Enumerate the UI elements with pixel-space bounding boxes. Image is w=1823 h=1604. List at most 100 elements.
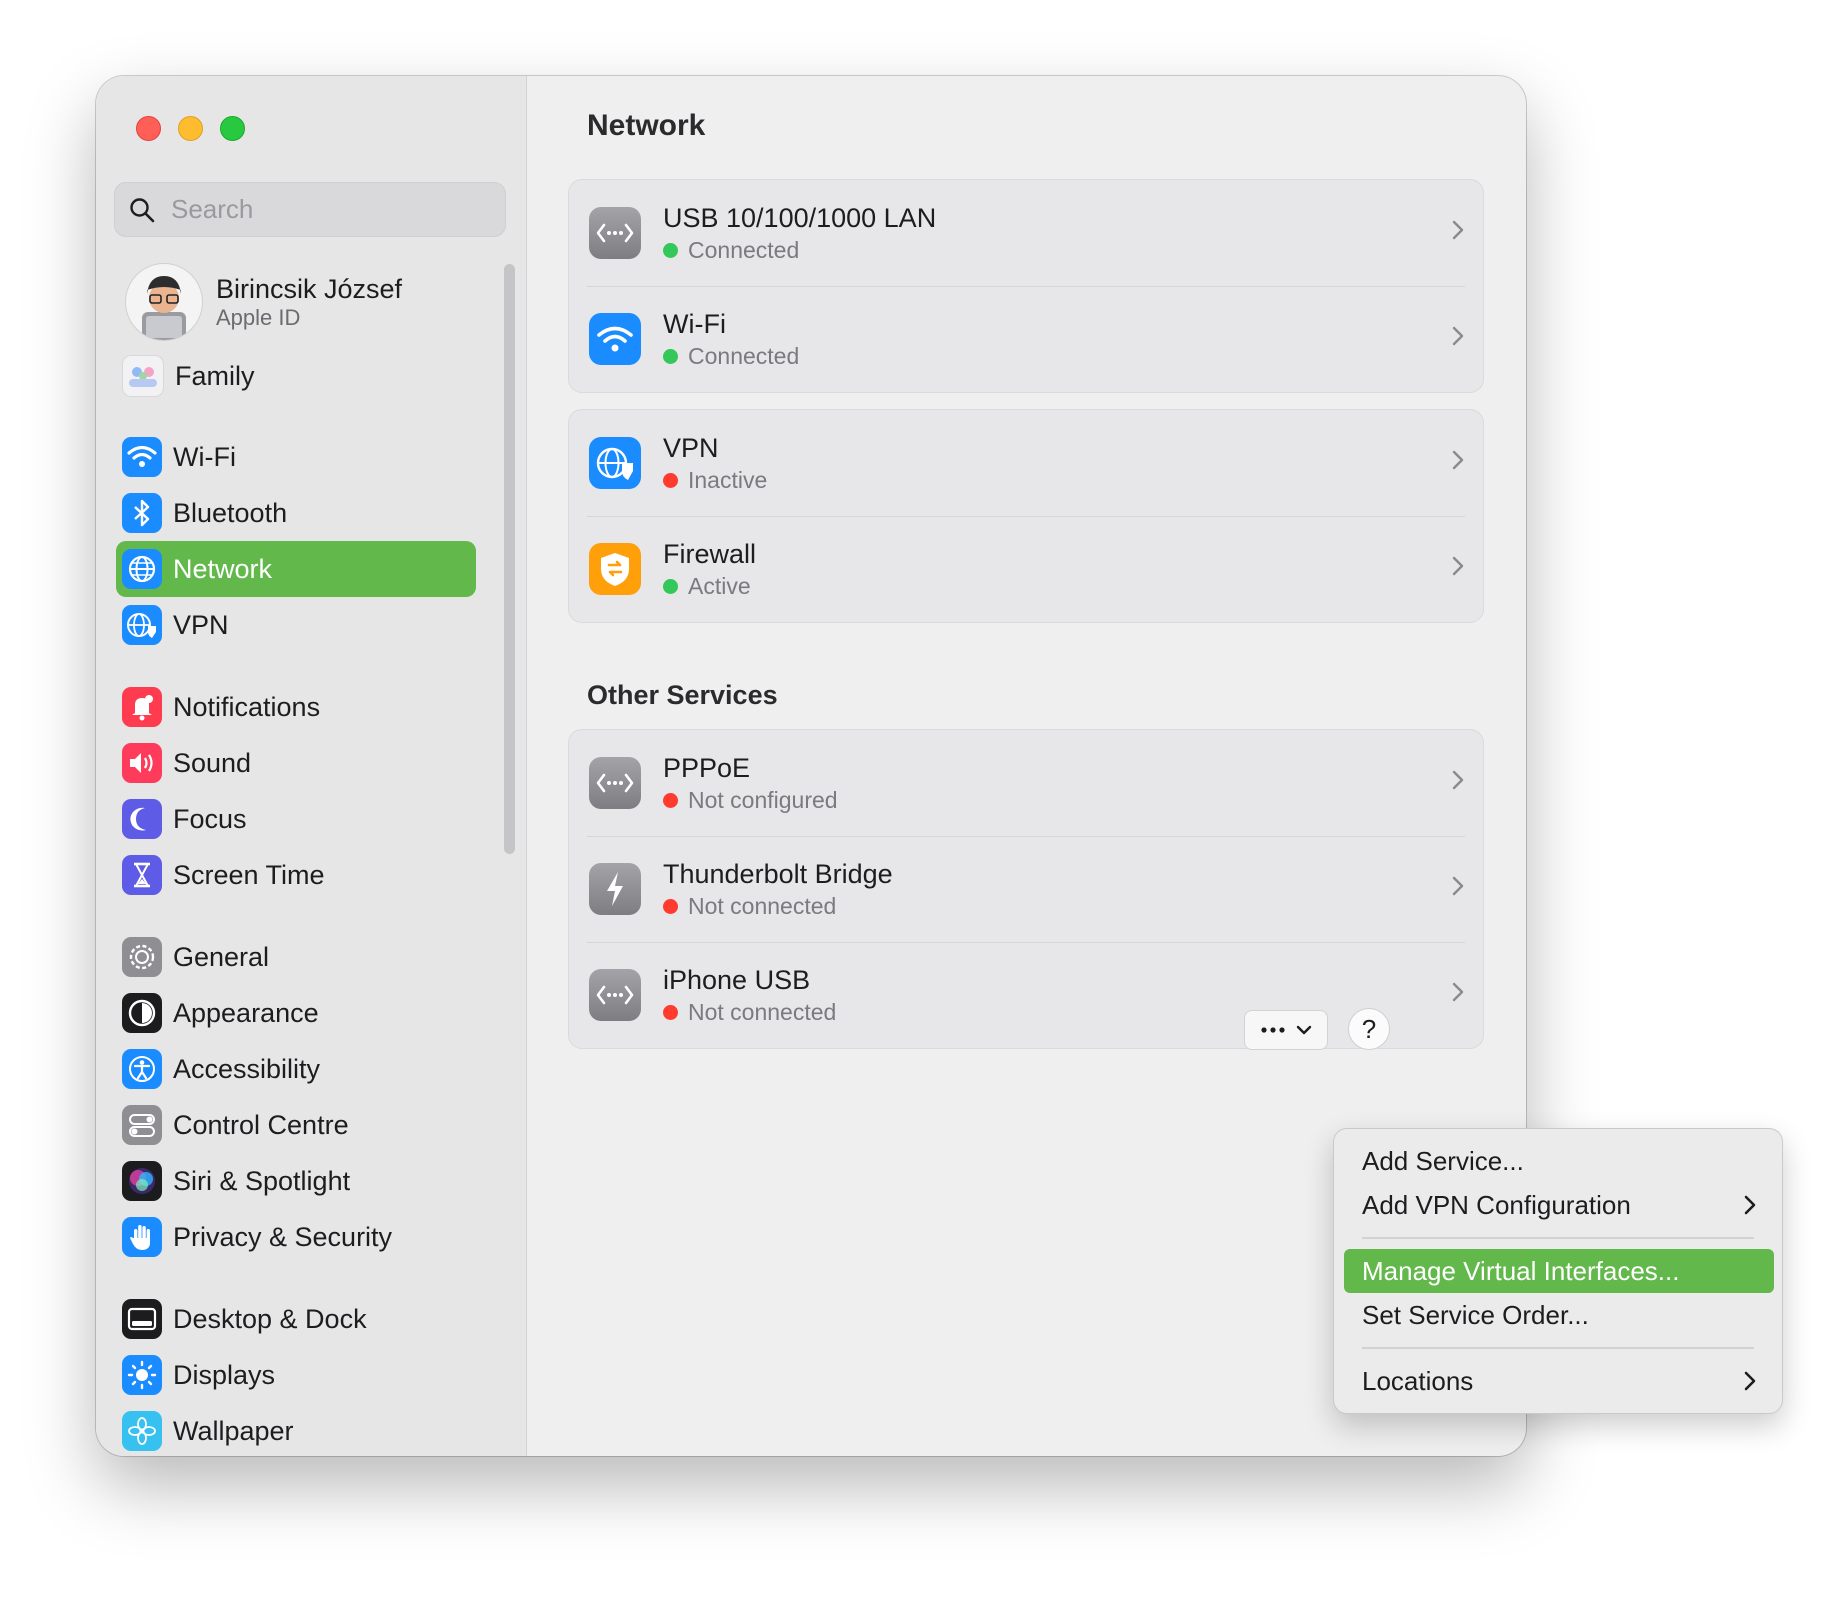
vpn-globe-shield-icon [589,437,641,489]
services-card-security: VPN Inactive Firewall Active [568,409,1484,623]
speaker-icon [122,743,162,783]
sidebar-item-label: Accessibility [173,1053,321,1084]
service-name: USB 10/100/1000 LAN [663,203,937,233]
service-row-usb-lan[interactable]: USB 10/100/1000 LAN Connected [569,180,1483,286]
chevron-right-icon [1452,556,1464,576]
sidebar: Birincsik József Apple ID Family Wi-Fi B… [96,76,527,1456]
sidebar-item-label: Appearance [173,997,319,1028]
sidebar-item-label: General [173,941,270,972]
sidebar-item-label: Control Centre [173,1109,349,1140]
status-dot-red [663,899,678,914]
sidebar-item-label: Family [175,360,255,391]
status-dot-red [663,473,678,488]
sidebar-item-label: Bluetooth [173,497,288,528]
globe-icon [122,549,162,589]
search-field[interactable] [114,182,506,237]
status-dot-green [663,349,678,364]
service-name: PPPoE [663,753,751,783]
minimize-window-button[interactable] [178,116,203,141]
sidebar-item-label: Screen Time [173,859,325,890]
ethernet-icon [589,207,641,259]
hand-icon [122,1217,162,1257]
service-row-pppoe[interactable]: PPPoE Not configured [569,730,1483,836]
bluetooth-icon [122,493,162,533]
sidebar-item-network[interactable]: Network [116,541,476,597]
menu-item-label: Add Service... [1362,1145,1524,1176]
sidebar-item-focus[interactable]: Focus [116,791,476,847]
vpn-globe-shield-icon [122,605,162,645]
sidebar-item-accessibility[interactable]: Accessibility [116,1041,476,1097]
section-title-other-services: Other Services [587,680,778,710]
menu-item-label: Add VPN Configuration [1362,1189,1631,1220]
chevron-right-icon [1452,450,1464,470]
menu-item-label: Set Service Order... [1362,1299,1589,1330]
search-icon [130,197,155,222]
thunderbolt-icon [589,863,641,915]
chevron-right-icon [1452,326,1464,346]
sidebar-item-control-centre[interactable]: Control Centre [116,1097,476,1153]
more-actions-button[interactable] [1244,1010,1328,1050]
sidebar-item-desktop-dock[interactable]: Desktop & Dock [116,1291,476,1347]
sidebar-item-wifi[interactable]: Wi-Fi [116,429,476,485]
sun-icon [122,1355,162,1395]
sidebar-item-label: Notifications [173,691,321,722]
wifi-icon [589,313,641,365]
siri-icon [122,1161,162,1201]
moon-icon [122,799,162,839]
sidebar-item-bluetooth[interactable]: Bluetooth [116,485,476,541]
status-dot-red [663,1005,678,1020]
menu-item-label: Locations [1362,1365,1474,1396]
flower-icon [122,1411,162,1451]
menu-item-locations[interactable]: Locations [1344,1359,1774,1403]
sidebar-item-family[interactable]: Family [116,348,476,404]
close-window-button[interactable] [136,116,161,141]
chevron-down-icon [1296,1025,1312,1035]
sidebar-item-screen-time[interactable]: Screen Time [116,847,476,903]
search-input[interactable] [169,193,473,226]
sidebar-item-privacy-security[interactable]: Privacy & Security [116,1209,476,1265]
zoom-window-button[interactable] [220,116,245,141]
sidebar-item-label: Privacy & Security [173,1221,393,1252]
apple-id-profile[interactable]: Birincsik József Apple ID [126,264,402,340]
service-row-firewall[interactable]: Firewall Active [569,516,1483,622]
ethernet-icon [589,757,641,809]
toggles-icon [122,1105,162,1145]
sidebar-item-label: Displays [173,1359,276,1390]
sidebar-item-displays[interactable]: Displays [116,1347,476,1403]
sidebar-item-sound[interactable]: Sound [116,735,476,791]
service-status: Not connected [688,999,837,1025]
services-card-other: PPPoE Not configured Thunderbolt Bridge … [568,729,1484,1049]
wifi-icon [122,437,162,477]
firewall-shield-icon [589,543,641,595]
sidebar-item-notifications[interactable]: Notifications [116,679,476,735]
service-row-vpn[interactable]: VPN Inactive [569,410,1483,516]
chevron-right-icon [1452,220,1464,240]
service-row-wifi[interactable]: Wi-Fi Connected [569,286,1483,392]
menu-item-set-service-order[interactable]: Set Service Order... [1344,1293,1774,1337]
service-row-iphone-usb[interactable]: iPhone USB Not connected [569,942,1483,1048]
sidebar-item-vpn[interactable]: VPN [116,597,476,653]
menu-separator [1362,1237,1754,1239]
service-row-thunderbolt-bridge[interactable]: Thunderbolt Bridge Not connected [569,836,1483,942]
bell-icon [122,687,162,727]
menu-item-add-service[interactable]: Add Service... [1344,1139,1774,1183]
sidebar-item-label: Focus [173,803,247,834]
chevron-right-icon [1452,770,1464,790]
sidebar-item-siri-spotlight[interactable]: Siri & Spotlight [116,1153,476,1209]
service-status: Connected [688,343,800,369]
status-dot-green [663,579,678,594]
sidebar-scrollbar[interactable] [504,264,515,854]
menu-item-manage-virtual-interfaces[interactable]: Manage Virtual Interfaces... [1344,1249,1774,1293]
sidebar-item-general[interactable]: General [116,929,476,985]
sidebar-item-label: Wallpaper [173,1415,294,1446]
gear-icon [122,937,162,977]
help-button[interactable]: ? [1348,1008,1390,1050]
menu-item-add-vpn-configuration[interactable]: Add VPN Configuration [1344,1183,1774,1227]
service-name: VPN [663,433,719,463]
profile-name: Birincsik József [216,274,403,304]
sidebar-item-wallpaper[interactable]: Wallpaper [116,1403,476,1456]
sidebar-item-appearance[interactable]: Appearance [116,985,476,1041]
sidebar-item-label: Desktop & Dock [173,1303,367,1334]
service-status: Not configured [688,787,838,813]
avatar [126,264,202,340]
